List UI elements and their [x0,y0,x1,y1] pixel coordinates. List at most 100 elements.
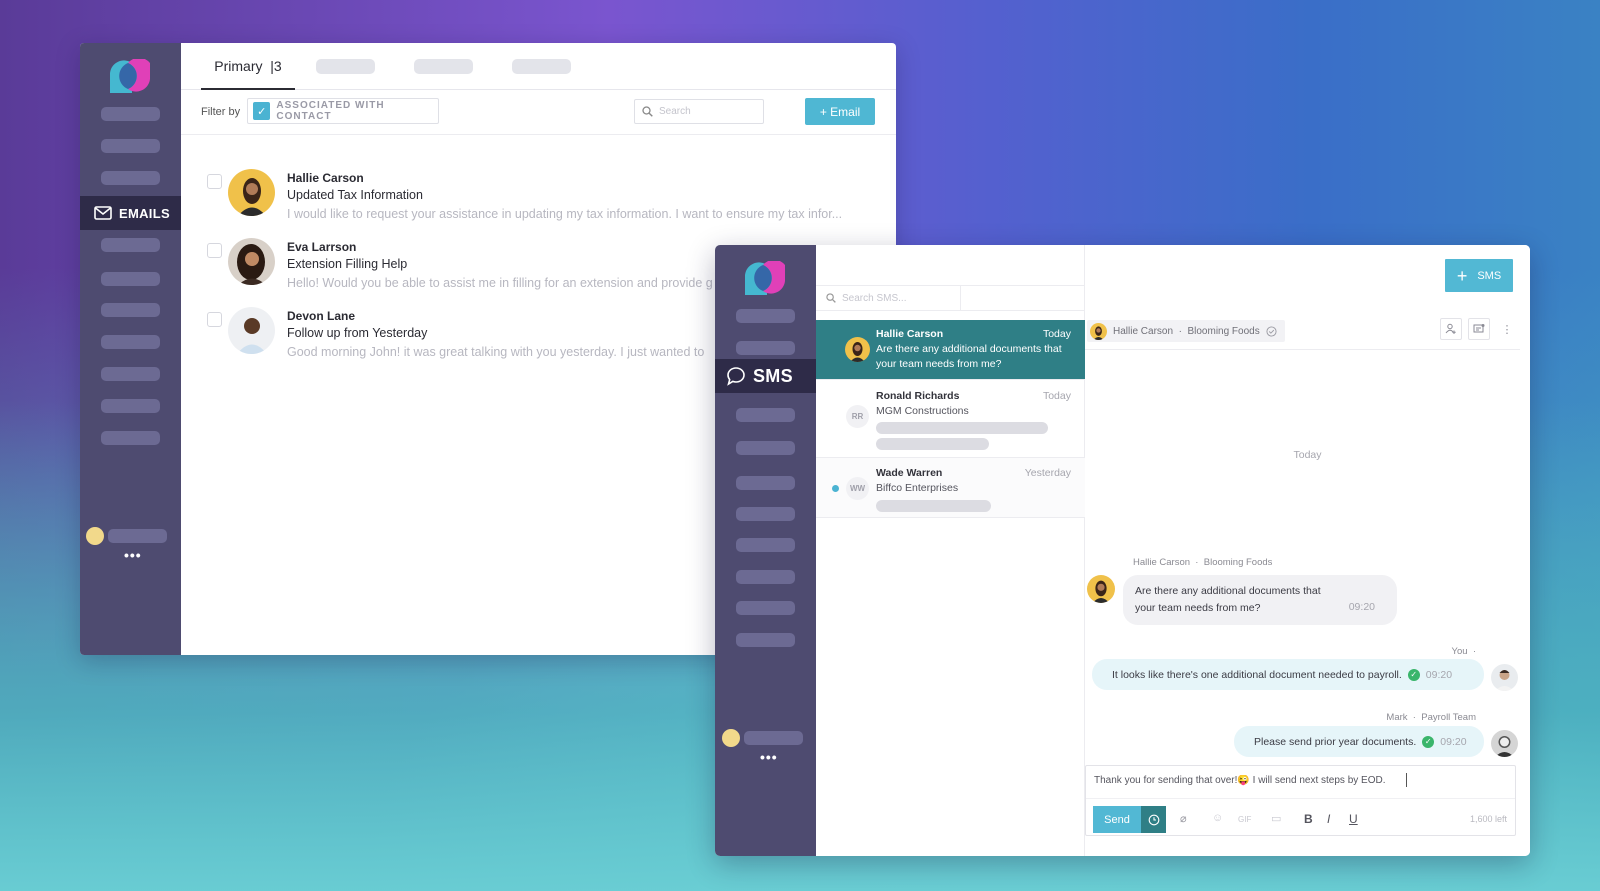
sidebar-item-placeholder[interactable] [101,272,160,286]
filter-chip-label: ASSOCIATED WITH CONTACT [276,100,385,122]
add-contact-icon[interactable] [1440,318,1462,340]
avatar [228,169,275,216]
message-text: Please send prior year documents. [1254,735,1417,748]
sidebar-item-placeholder[interactable] [736,476,795,490]
message-bubble-outgoing: Please send prior year documents. ✓ 09:2… [1234,726,1484,757]
sms-thread-item[interactable]: RR Ronald Richards Today MGM Constructio… [816,380,1085,458]
email-sender: Hallie Carson [287,171,364,185]
template-icon[interactable]: ▭ [1271,812,1281,825]
underline-button[interactable]: U [1349,812,1358,826]
gif-icon[interactable]: GIF [1238,815,1251,824]
tab-placeholder[interactable] [316,59,375,74]
message-input[interactable] [1094,775,1494,786]
sidebar-item-placeholder[interactable] [101,399,160,413]
sidebar-item-placeholder[interactable] [101,107,160,121]
sidebar-item-placeholder[interactable] [736,341,795,355]
italic-button[interactable]: I [1327,812,1330,826]
text-caret [1406,773,1407,787]
filter-associated-with-contact[interactable]: ✓ ASSOCIATED WITH CONTACT [247,98,439,124]
delivered-check-icon: ✓ [1422,735,1435,748]
email-preview: I would like to request your assistance … [287,207,843,221]
thread-company: Biffco Enterprises [876,482,959,494]
conversation-panel: + SMS Hallie Carson · Blooming Foods ⋮ T… [1085,245,1530,856]
avatar [1087,575,1115,603]
attachment-icon[interactable]: ⌀ [1180,812,1187,825]
avatar [1491,664,1518,691]
verified-check-icon [1266,325,1277,337]
app-logo-icon [110,59,150,93]
clock-icon [1148,814,1159,825]
email-checkbox[interactable] [207,174,222,189]
sidebar-item-placeholder[interactable] [736,408,795,422]
sidebar-item-placeholder[interactable] [101,335,160,349]
sidebar-item-placeholder[interactable] [736,538,795,552]
sidebar-item-placeholder[interactable] [736,507,795,521]
sidebar-item-placeholder[interactable] [736,633,795,647]
sidebar-item-placeholder[interactable] [736,309,795,323]
checkmark-icon[interactable]: ✓ [253,102,271,120]
thread-time: Today [1042,390,1071,402]
more-menu-icon[interactable]: ••• [124,547,142,563]
sidebar-item-placeholder[interactable] [101,171,160,185]
message-bubble-outgoing: It looks like there's one additional doc… [1092,659,1484,690]
user-name-placeholder[interactable] [744,731,803,745]
message-composer: Send ⌀ ☺ GIF ▭ B I U 1,600 left [1085,765,1516,836]
emoji-icon[interactable]: ☺ [1212,812,1223,824]
schedule-send-button[interactable] [1141,806,1166,833]
tab-primary-label: Primary |3 [214,57,282,74]
avatar [228,307,275,354]
user-avatar[interactable] [86,527,104,545]
bold-button[interactable]: B [1304,812,1313,826]
sidebar-item-placeholder[interactable] [736,570,795,584]
email-list-item[interactable]: Hallie Carson Updated Tax Information I … [181,169,896,237]
message-time: 09:20 [1348,601,1375,613]
search-icon [826,293,836,303]
email-checkbox[interactable] [207,312,222,327]
sidebar-item-placeholder[interactable] [101,431,160,445]
tab-primary[interactable]: Primary |3 [201,43,295,90]
sidebar-item-placeholder[interactable] [736,601,795,615]
sidebar-item-placeholder[interactable] [101,238,160,252]
email-search[interactable] [634,99,764,124]
unread-indicator [832,485,839,492]
tab-placeholder[interactable] [512,59,571,74]
tab-placeholder[interactable] [414,59,473,74]
character-count: 1,600 left [1469,814,1507,824]
user-avatar[interactable] [722,729,740,747]
message-time: 09:20 [1425,668,1453,681]
send-button[interactable]: Send [1093,806,1141,833]
more-vertical-icon[interactable]: ⋮ [1496,318,1518,340]
sidebar-item-placeholder[interactable] [101,303,160,317]
sms-thread-item[interactable]: WW Wade Warren Yesterday Biffco Enterpri… [816,458,1085,518]
sms-thread-item[interactable]: Hallie Carson Today Are there any additi… [816,320,1085,380]
message-text: your team needs from me? [1135,602,1261,614]
preview-placeholder [876,500,991,512]
email-checkbox[interactable] [207,243,222,258]
initials-avatar: RR [846,405,869,428]
sidebar-item-placeholder[interactable] [101,139,160,153]
sidebar-item-emails[interactable]: EMAILS [80,196,181,230]
avatar [1090,322,1107,340]
new-email-button[interactable]: + Email [805,98,875,125]
email-search-input[interactable] [659,106,754,117]
message-template-icon[interactable] [1468,318,1490,340]
more-menu-icon[interactable]: ••• [760,749,778,765]
initials-avatar: WW [846,477,869,500]
sidebar-item-placeholder[interactable] [101,367,160,381]
chat-bubble-icon [727,367,745,386]
message-bubble-incoming: Are there any additional documents that … [1123,575,1397,625]
delivered-check-icon: ✓ [1407,668,1420,681]
sms-thread-list: Hallie Carson Today Are there any additi… [816,245,1085,856]
sms-search[interactable] [816,286,961,310]
email-sender: Devon Lane [287,309,356,323]
email-subject: Follow up from Yesterday [287,326,428,340]
divider [1086,798,1515,799]
new-sms-button[interactable]: + SMS [1445,259,1513,292]
contact-chip[interactable]: Hallie Carson · Blooming Foods [1087,320,1285,342]
sms-search-input[interactable] [842,292,952,304]
sidebar-item-sms[interactable]: SMS [715,359,816,393]
sidebar-item-placeholder[interactable] [736,441,795,455]
contact-chip-label: Hallie Carson · Blooming Foods [1113,325,1260,337]
thread-name: Ronald Richards [876,390,960,402]
user-name-placeholder[interactable] [108,529,167,543]
